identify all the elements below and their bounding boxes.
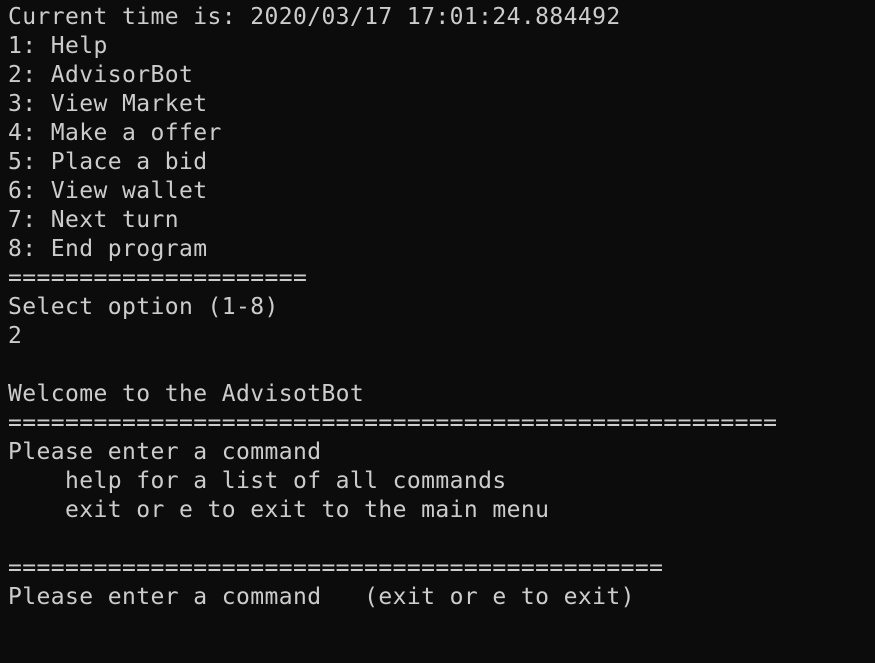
user-input-entry: 2 bbox=[8, 323, 23, 349]
menu-separator: ===================== bbox=[8, 265, 308, 291]
menu-option-place-bid: 5: Place a bid bbox=[8, 149, 208, 175]
select-option-prompt: Select option (1-8) bbox=[8, 294, 279, 320]
welcome-message: Welcome to the AdvisotBot bbox=[8, 381, 365, 407]
command-input-prompt[interactable]: Please enter a command (exit or e to exi… bbox=[8, 583, 875, 612]
exit-instruction: exit or e to exit to the main menu bbox=[8, 497, 550, 523]
console-window[interactable]: Current time is: 2020/03/17 17:01:24.884… bbox=[0, 0, 875, 663]
current-time-line: Current time is: 2020/03/17 17:01:24.884… bbox=[8, 4, 621, 30]
help-instruction: help for a list of all commands bbox=[8, 468, 507, 494]
menu-option-view-market: 3: View Market bbox=[8, 91, 208, 117]
menu-option-help: 1: Help bbox=[8, 33, 108, 59]
welcome-separator: ========================================… bbox=[8, 410, 778, 436]
enter-command-prompt: Please enter a command bbox=[8, 439, 322, 465]
menu-option-make-offer: 4: Make a offer bbox=[8, 120, 222, 146]
menu-option-next-turn: 7: Next turn bbox=[8, 207, 179, 233]
menu-option-end-program: 8: End program bbox=[8, 236, 208, 262]
menu-option-view-wallet: 6: View wallet bbox=[8, 178, 208, 204]
menu-option-advisorbot: 2: AdvisorBot bbox=[8, 62, 194, 88]
command-separator: ========================================… bbox=[8, 555, 664, 581]
